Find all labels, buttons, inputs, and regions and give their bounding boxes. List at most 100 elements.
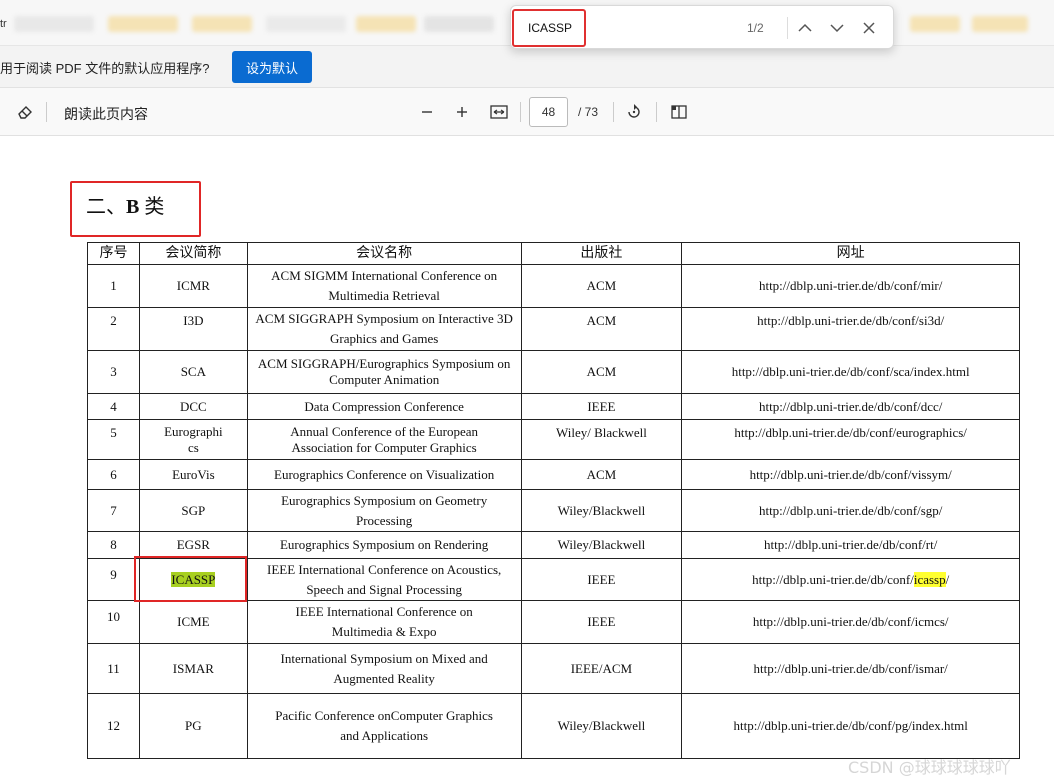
pdf-toolbar: 朗读此页内容 48 / 73	[0, 88, 1054, 136]
row-number: 12	[87, 693, 140, 759]
conf-url: http://dblp.uni-trier.de/db/conf/ismar/	[681, 643, 1020, 694]
publisher: Wiley/ Blackwell	[520, 419, 683, 460]
conf-abbr: EuroVis	[138, 459, 248, 490]
conf-url: http://dblp.uni-trier.de/db/conf/si3d/	[681, 307, 1020, 351]
conf-abbr: SGP	[138, 489, 248, 532]
default-app-prompt: 用于阅读 PDF 文件的默认应用程序? 设为默认	[0, 46, 1054, 88]
row-number: 1	[87, 264, 140, 308]
rotate-icon[interactable]	[624, 102, 644, 122]
blurred-bookmark[interactable]	[356, 16, 416, 32]
row-number: 5	[87, 419, 140, 460]
toolbar-divider	[613, 102, 614, 122]
column-header: 会议名称	[246, 242, 522, 265]
column-header: 网址	[681, 242, 1020, 265]
conf-abbr: ICME	[138, 600, 248, 644]
match-annotation-box	[134, 556, 247, 602]
conference-table: 序号 会议简称 会议名称 出版社 网址 1 ICMR ACM SIGMM Int…	[87, 242, 1020, 759]
column-header: 序号	[87, 242, 140, 265]
conf-abbr: ISMAR	[138, 643, 248, 694]
chevron-down-icon[interactable]	[827, 18, 847, 38]
watermark: CSDN @球球球球球吖	[848, 758, 1011, 777]
column-header: 出版社	[520, 242, 683, 265]
conf-name: ACM SIGMM International Conference on Mu…	[246, 264, 522, 308]
fit-width-icon[interactable]	[489, 102, 509, 122]
heading-annotation-box	[70, 181, 201, 237]
table-row: 10 ICME IEEE International Conference on…	[87, 600, 1020, 644]
conf-url: http://dblp.uni-trier.de/db/conf/sgp/	[681, 489, 1020, 532]
publisher: Wiley/Blackwell	[520, 531, 683, 559]
conf-url: http://dblp.uni-trier.de/db/conf/sca/ind…	[681, 350, 1020, 394]
bookmark-fragment: tr	[0, 18, 7, 30]
conf-url: http://dblp.uni-trier.de/db/conf/dcc/	[681, 393, 1020, 420]
conf-name: Eurographics Symposium on Geometry Proce…	[246, 489, 522, 532]
zoom-in-icon[interactable]	[452, 102, 472, 122]
zoom-out-icon[interactable]	[417, 102, 437, 122]
conf-url: http://dblp.uni-trier.de/db/conf/eurogra…	[681, 419, 1020, 460]
row-number: 8	[87, 531, 140, 559]
conf-name: Eurographics Symposium on Rendering	[246, 531, 522, 559]
row-number: 6	[87, 459, 140, 490]
publisher: IEEE	[520, 393, 683, 420]
row-number: 4	[87, 393, 140, 420]
table-row: 4 DCC Data Compression Conference IEEE h…	[87, 393, 1020, 420]
conf-name: IEEE International Conference on Multime…	[246, 600, 522, 644]
conf-name: Pacific Conference onComputer Graphics a…	[246, 693, 522, 759]
publisher: ACM	[520, 264, 683, 308]
publisher: Wiley/Blackwell	[520, 489, 683, 532]
default-app-message: 用于阅读 PDF 文件的默认应用程序?	[0, 61, 210, 76]
blurred-bookmark[interactable]	[14, 16, 94, 32]
read-aloud-button[interactable]: 朗读此页内容	[64, 104, 148, 124]
conf-abbr: PG	[138, 693, 248, 759]
publisher: IEEE	[520, 600, 683, 644]
url-suffix: /	[945, 571, 950, 587]
table-row: 6 EuroVis Eurographics Conference on Vis…	[87, 459, 1020, 490]
publisher: ACM	[520, 350, 683, 394]
conf-abbr: Eurographics	[138, 419, 248, 460]
eraser-icon[interactable]	[15, 102, 35, 122]
table-row: 11 ISMAR International Symposium on Mixe…	[87, 643, 1020, 694]
row-number: 10	[87, 600, 140, 644]
conf-name: International Symposium on Mixed and Aug…	[246, 643, 522, 694]
row-number: 3	[87, 350, 140, 394]
find-match: icassp	[913, 571, 946, 587]
set-default-button[interactable]: 设为默认	[232, 51, 312, 83]
publisher: ACM	[520, 307, 683, 351]
page-total: / 73	[578, 105, 599, 119]
conf-abbr: DCC	[138, 393, 248, 420]
conf-name: IEEE International Conference on Acousti…	[246, 558, 522, 601]
conf-name: ACM SIGGRAPH Symposium on Interactive 3D…	[246, 307, 522, 351]
conf-name: Eurographics Conference on Visualization	[246, 459, 522, 490]
publisher: Wiley/Blackwell	[520, 693, 683, 759]
page-number-input[interactable]: 48	[529, 97, 568, 127]
blurred-bookmark[interactable]	[424, 16, 494, 32]
find-input[interactable]: ICASSP	[512, 9, 586, 47]
conf-name: ACM SIGGRAPH/Eurographics Symposium on C…	[246, 350, 522, 394]
find-divider	[787, 17, 788, 39]
toolbar-divider	[656, 102, 657, 122]
row-number: 11	[87, 643, 140, 694]
row-number: 9	[87, 558, 140, 601]
conf-name: Annual Conference of the European Associ…	[246, 419, 522, 460]
blurred-bookmark[interactable]	[192, 16, 252, 32]
conf-url: http://dblp.uni-trier.de/db/conf/icmcs/	[681, 600, 1020, 644]
table-row: 8 EGSR Eurographics Symposium on Renderi…	[87, 531, 1020, 559]
conf-url: http://dblp.uni-trier.de/db/conf/rt/	[681, 531, 1020, 559]
close-icon[interactable]	[859, 18, 879, 38]
blurred-bookmark[interactable]	[108, 16, 178, 32]
conf-abbr: EGSR	[138, 531, 248, 559]
table-row: 2 I3D ACM SIGGRAPH Symposium on Interact…	[87, 307, 1020, 351]
blurred-bookmark[interactable]	[266, 16, 346, 32]
chevron-up-icon[interactable]	[795, 18, 815, 38]
conf-abbr: ICMR	[138, 264, 248, 308]
toolbar-divider	[46, 102, 47, 122]
blurred-bookmark[interactable]	[910, 16, 960, 32]
find-match-count: 1/2	[747, 21, 764, 35]
table-row: 12 PG Pacific Conference onComputer Grap…	[87, 693, 1020, 759]
table-row: 5 Eurographics Annual Conference of the …	[87, 419, 1020, 460]
two-page-icon[interactable]	[669, 102, 689, 122]
conf-url: http://dblp.uni-trier.de/db/conf/pg/inde…	[681, 693, 1020, 759]
conf-abbr: SCA	[138, 350, 248, 394]
publisher: IEEE	[520, 558, 683, 601]
blurred-bookmark[interactable]	[972, 16, 1028, 32]
toolbar-divider	[520, 102, 521, 122]
